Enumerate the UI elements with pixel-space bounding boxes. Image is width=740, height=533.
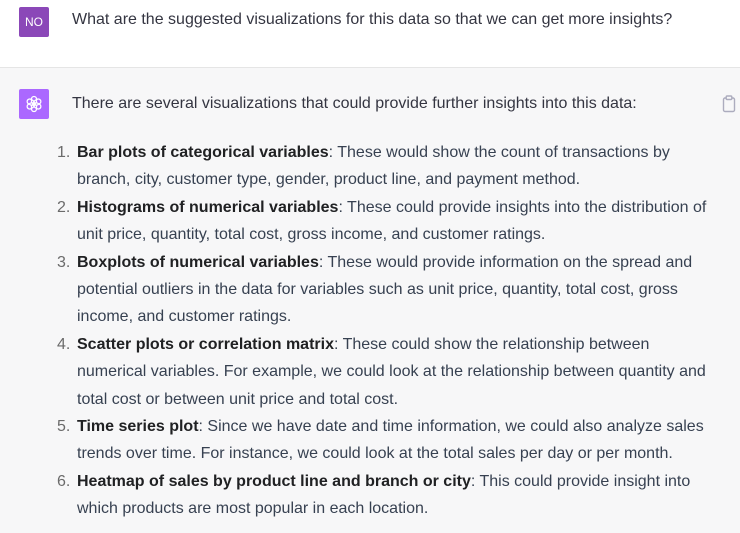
list-item: 6. Heatmap of sales by product line and … — [57, 468, 717, 523]
list-item: 1. Bar plots of categorical variables: T… — [57, 139, 717, 194]
list-item: 3. Boxplots of numerical variables: Thes… — [57, 249, 717, 331]
list-item-title: Boxplots of numerical variables — [77, 253, 319, 271]
user-message-text: What are the suggested visualizations fo… — [72, 11, 673, 28]
list-item-title: Histograms of numerical variables — [77, 198, 339, 216]
list-item-number: 6. — [57, 472, 71, 490]
list-item-title: Heatmap of sales by product line and bra… — [77, 472, 471, 490]
list-item: 5. Time series plot: Since we have date … — [57, 413, 717, 468]
user-message-row: NO What are the suggested visualizations… — [0, 0, 740, 68]
list-item-title: Time series plot — [77, 418, 199, 436]
user-avatar: NO — [19, 7, 49, 37]
list-item-body: Bar plots of categorical variables: Thes… — [77, 139, 717, 194]
list-item-body: Histograms of numerical variables: These… — [77, 194, 717, 249]
list-item-body: Scatter plots or correlation matrix: The… — [77, 331, 717, 413]
list-item: 2. Histograms of numerical variables: Th… — [57, 194, 717, 249]
list-item: 4. Scatter plots or correlation matrix: … — [57, 331, 717, 413]
list-item-title: Bar plots of categorical variables — [77, 144, 329, 161]
openai-logo-icon — [26, 95, 42, 113]
suggestion-list: 1. Bar plots of categorical variables: T… — [57, 139, 717, 523]
assistant-avatar — [19, 89, 49, 119]
assistant-message-row: There are several visualizations that co… — [0, 68, 740, 533]
list-item-body: Boxplots of numerical variables: These w… — [77, 249, 717, 331]
list-item-number: 2. — [57, 198, 71, 216]
list-item-number: 3. — [57, 253, 71, 271]
list-item-body: Time series plot: Since we have date and… — [77, 413, 717, 468]
list-item-body: Heatmap of sales by product line and bra… — [77, 468, 717, 523]
list-item-number: 4. — [57, 335, 71, 353]
list-item-title: Scatter plots or correlation matrix — [77, 335, 334, 353]
list-item-number: 1. — [57, 144, 71, 161]
clipboard-icon[interactable] — [721, 95, 737, 113]
assistant-intro-text: There are several visualizations that co… — [72, 95, 637, 112]
list-item-number: 5. — [57, 418, 71, 436]
